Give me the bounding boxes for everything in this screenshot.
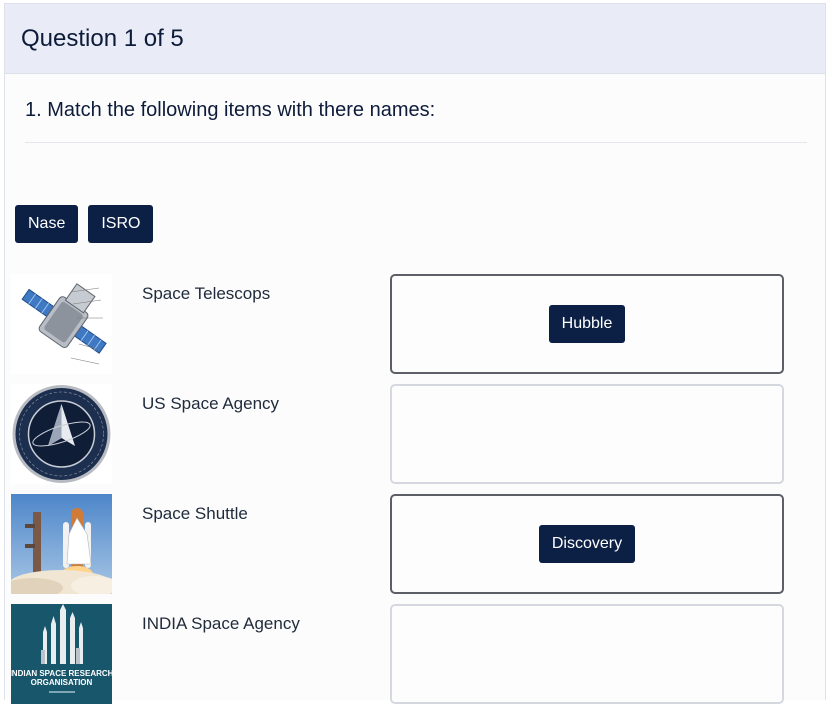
answer-dropzone[interactable]: [390, 384, 784, 484]
item-label: US Space Agency: [142, 394, 280, 413]
match-row: Space Telescops Hubble: [11, 274, 785, 374]
answer-dropzone[interactable]: Hubble: [390, 274, 784, 374]
placed-answer-chip[interactable]: Hubble: [548, 305, 626, 343]
item-label: Space Telescops: [142, 284, 271, 303]
hubble-telescope-image: [11, 274, 112, 374]
isro-caption-line1: INDIAN SPACE RESEARCH: [11, 669, 112, 678]
match-row: INDIAN SPACE RESEARCH ORGANISATION INDIA…: [11, 604, 785, 704]
isro-rockets-image: INDIAN SPACE RESEARCH ORGANISATION: [11, 604, 112, 704]
match-row: US Space Agency: [11, 384, 785, 484]
space-shuttle-launch-image: [11, 494, 112, 594]
answer-dropzone[interactable]: Discovery: [390, 494, 784, 594]
placed-answer-chip[interactable]: Discovery: [538, 525, 636, 563]
question-counter: Question 1 of 5: [21, 24, 184, 52]
question-prompt: 1. Match the following items with there …: [25, 99, 807, 143]
match-row: Space Shuttle Discovery: [11, 494, 785, 594]
space-force-seal-image: [11, 384, 112, 484]
answer-bank: Nase ISRO: [15, 205, 154, 243]
question-body: 1. Match the following items with there …: [5, 99, 825, 704]
answer-chip-nase[interactable]: Nase: [15, 205, 79, 243]
item-label: Space Shuttle: [142, 504, 248, 523]
isro-caption-line2: ORGANISATION: [31, 678, 93, 687]
item-label: INDIA Space Agency: [142, 614, 300, 633]
question-card: Question 1 of 5 1. Match the following i…: [4, 3, 826, 704]
question-header: Question 1 of 5: [5, 4, 825, 74]
answer-chip-isro[interactable]: ISRO: [88, 205, 154, 243]
answer-dropzone[interactable]: [390, 604, 784, 704]
